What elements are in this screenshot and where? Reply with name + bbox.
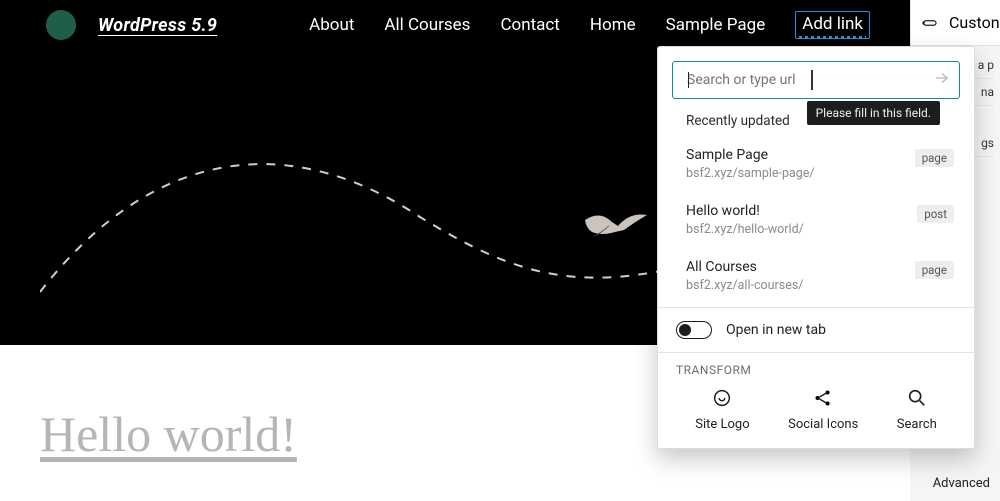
settings-tab-header[interactable]: Custon (910, 0, 1000, 46)
nav-add-link-button[interactable]: Add link (795, 11, 870, 39)
search-icon (906, 387, 928, 409)
transform-social-icons[interactable]: Social Icons (788, 387, 858, 432)
transform-label-text: Search (897, 417, 937, 432)
link-result-sample-page[interactable]: Sample Page bsf2.xyz/sample-page/ page (658, 139, 974, 195)
settings-advanced-toggle[interactable]: Advanced (933, 476, 990, 491)
transform-search[interactable]: Search (897, 387, 937, 432)
transform-section: Transform Site Logo Social Icons Search (658, 353, 974, 448)
link-url-input[interactable] (687, 72, 925, 88)
link-popover: Please fill in this field. Recently upda… (657, 46, 975, 449)
result-type-badge: page (915, 261, 954, 279)
custom-link-icon (921, 14, 939, 32)
open-in-new-tab-toggle[interactable] (676, 321, 712, 339)
nav-item-about[interactable]: About (309, 15, 354, 35)
result-title: Hello world! (686, 203, 946, 219)
result-type-badge: post (917, 205, 954, 223)
site-header: WordPress 5.9 About All Courses Contact … (0, 0, 910, 40)
result-title: Sample Page (686, 147, 946, 163)
nav-item-all-courses[interactable]: All Courses (384, 15, 470, 35)
link-result-all-courses[interactable]: All Courses bsf2.xyz/all-courses/ page (658, 251, 974, 307)
open-in-new-tab-row: Open in new tab (658, 308, 974, 352)
site-logo[interactable] (46, 10, 76, 40)
link-result-hello-world[interactable]: Hello world! bsf2.xyz/hello-world/ post (658, 195, 974, 251)
nav-item-home[interactable]: Home (590, 15, 636, 35)
nav-item-contact[interactable]: Contact (500, 15, 559, 35)
transform-label-text: Social Icons (788, 417, 858, 432)
link-search-field[interactable] (672, 61, 960, 99)
nav-item-sample-page[interactable]: Sample Page (666, 15, 766, 35)
share-icon (812, 387, 834, 409)
settings-tab-label: Custon (949, 13, 1000, 32)
site-title[interactable]: WordPress 5.9 (98, 15, 217, 36)
result-type-badge: page (915, 149, 954, 167)
result-url: bsf2.xyz/all-courses/ (686, 278, 946, 293)
transform-label-text: Site Logo (695, 417, 749, 432)
primary-nav: About All Courses Contact Home Sample Pa… (309, 11, 870, 39)
result-url: bsf2.xyz/hello-world/ (686, 222, 946, 237)
submit-arrow-icon[interactable] (933, 69, 951, 91)
transform-label: Transform (676, 363, 956, 377)
hero-bird-graphic (580, 210, 650, 245)
ibeam-cursor (811, 70, 813, 90)
result-url: bsf2.xyz/sample-page/ (686, 166, 946, 181)
validation-tooltip: Please fill in this field. (807, 101, 940, 125)
open-in-new-tab-label: Open in new tab (726, 322, 826, 338)
site-logo-icon (711, 387, 733, 409)
transform-site-logo[interactable]: Site Logo (695, 387, 749, 432)
text-caret (688, 72, 689, 88)
result-title: All Courses (686, 259, 946, 275)
